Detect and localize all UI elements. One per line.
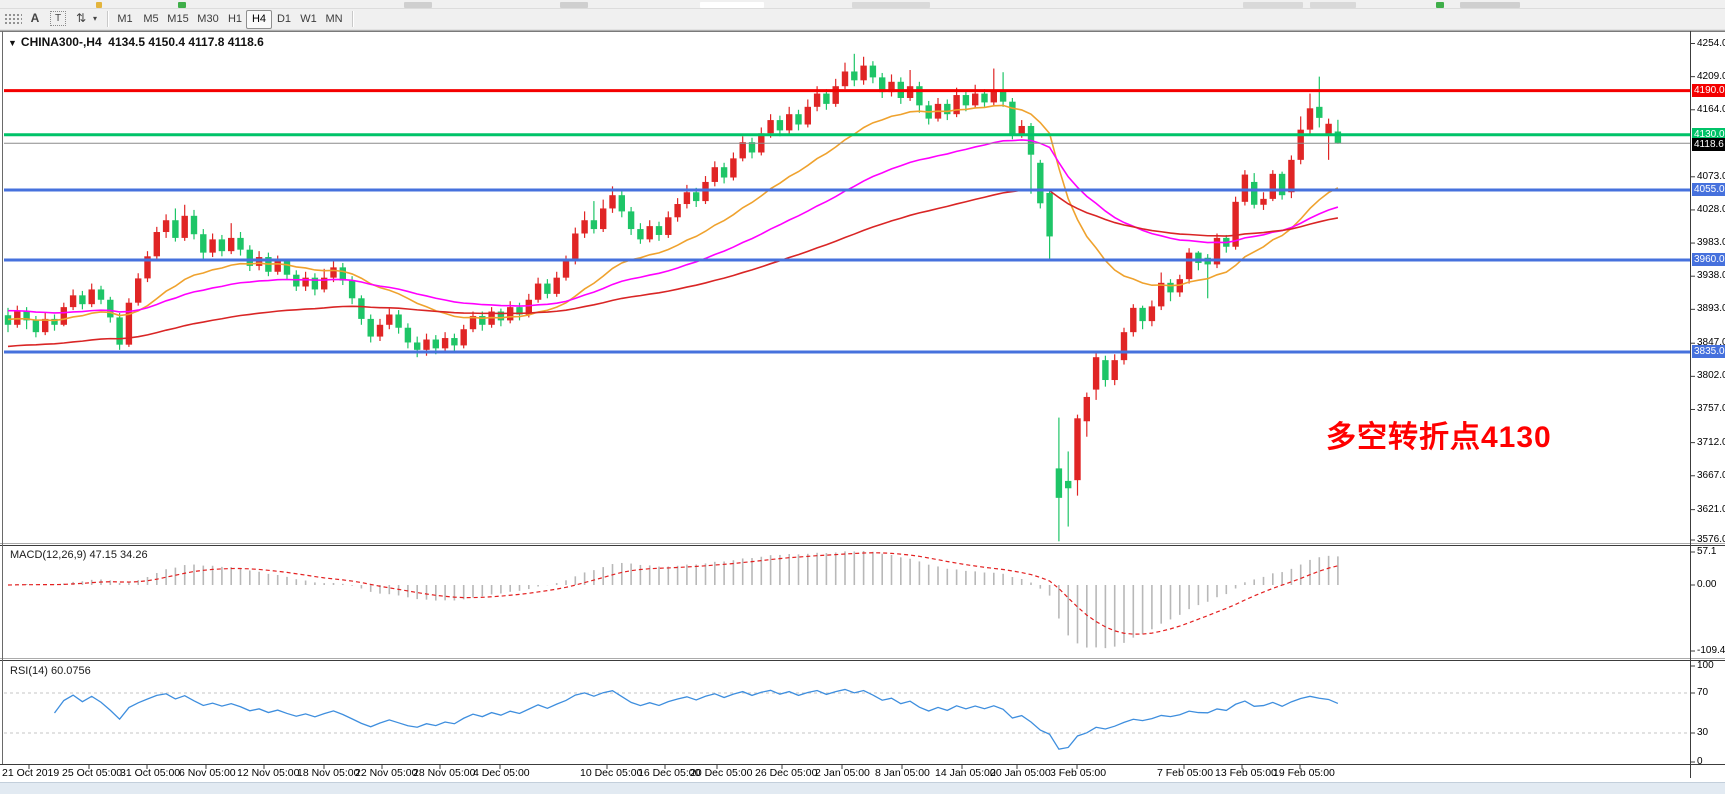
rsi-tick: 30	[1697, 727, 1708, 738]
time-tick: 19 Feb 05:00	[1273, 767, 1335, 779]
time-tick: 25 Oct 05:00	[62, 767, 122, 779]
moving-averages-layer	[8, 105, 1338, 346]
current-price-badge: 4118.6	[1692, 138, 1725, 151]
price-tick: 3757.0	[1697, 403, 1725, 414]
chart-title: ▼ CHINA300-,H4 4134.5 4150.4 4117.8 4118.…	[8, 35, 264, 49]
status-strip	[0, 782, 1725, 794]
symbol-name: CHINA300-,H4	[21, 35, 102, 49]
time-tick: 20 Jan 05:00	[990, 767, 1051, 779]
rsi-tick: 100	[1697, 660, 1714, 671]
price-tick: 4254.0	[1697, 38, 1725, 49]
rsi-tick: 0	[1697, 756, 1703, 767]
price-tick: 3983.0	[1697, 237, 1725, 248]
hline-badge-4190: 4190.0	[1692, 84, 1725, 97]
panel-borders	[0, 30, 1725, 778]
rsi-label: RSI(14) 60.0756	[10, 665, 91, 677]
time-tick: 7 Feb 05:00	[1157, 767, 1213, 779]
macd-layer	[8, 551, 1338, 648]
candles-layer	[5, 54, 1341, 541]
chart-canvas[interactable]	[0, 0, 1725, 794]
macd-label: MACD(12,26,9) 47.15 34.26	[10, 549, 148, 561]
price-tick: 3667.0	[1697, 470, 1725, 481]
time-tick: 10 Dec 05:00	[580, 767, 642, 779]
price-tick: 3576.0	[1697, 534, 1725, 545]
price-tick: 3712.0	[1697, 437, 1725, 448]
macd-tick: -109.43	[1697, 645, 1725, 656]
time-tick: 4 Dec 05:00	[473, 767, 530, 779]
price-tick: 3893.0	[1697, 303, 1725, 314]
time-tick: 21 Oct 2019	[2, 767, 59, 779]
time-tick: 31 Oct 05:00	[120, 767, 180, 779]
chart-text-annotation[interactable]: 多空转折点4130	[1326, 412, 1552, 456]
hline-badge-4055: 4055.0	[1692, 183, 1725, 196]
hline-badge-3960: 3960.0	[1692, 253, 1725, 266]
symbol-dropdown-icon[interactable]: ▼	[8, 38, 17, 48]
time-tick: 20 Dec 05:00	[690, 767, 752, 779]
price-tick: 3621.0	[1697, 504, 1725, 515]
rsi-tick: 70	[1697, 687, 1708, 698]
ohlc-values: 4134.5 4150.4 4117.8 4118.6	[108, 35, 264, 49]
rsi-layer	[55, 689, 1338, 749]
price-tick: 3938.0	[1697, 270, 1725, 281]
time-tick: 12 Nov 05:00	[237, 767, 299, 779]
price-tick: 4209.0	[1697, 71, 1725, 82]
time-tick: 3 Feb 05:00	[1050, 767, 1106, 779]
hline-badge-3835: 3835.0	[1692, 345, 1725, 358]
mt4-window: A T ⇅ ▾ M1M5M15M30H1H4D1W1MN ▼CHINA300-,…	[0, 0, 1725, 794]
price-tick: 3802.0	[1697, 370, 1725, 381]
time-tick: 2 Jan 05:00	[815, 767, 870, 779]
macd-tick: 57.1	[1697, 546, 1716, 557]
price-tick: 4164.0	[1697, 104, 1725, 115]
time-tick: 13 Feb 05:00	[1215, 767, 1277, 779]
time-tick: 22 Nov 05:00	[355, 767, 417, 779]
time-tick: 14 Jan 05:00	[935, 767, 996, 779]
price-tick: 4028.0	[1697, 204, 1725, 215]
time-tick: 28 Nov 05:00	[413, 767, 475, 779]
time-tick: 26 Dec 05:00	[755, 767, 817, 779]
price-tick: 4073.0	[1697, 171, 1725, 182]
time-tick: 18 Nov 05:00	[297, 767, 359, 779]
time-tick: 6 Nov 05:00	[179, 767, 236, 779]
time-tick: 8 Jan 05:00	[875, 767, 930, 779]
macd-tick: 0.00	[1697, 579, 1716, 590]
